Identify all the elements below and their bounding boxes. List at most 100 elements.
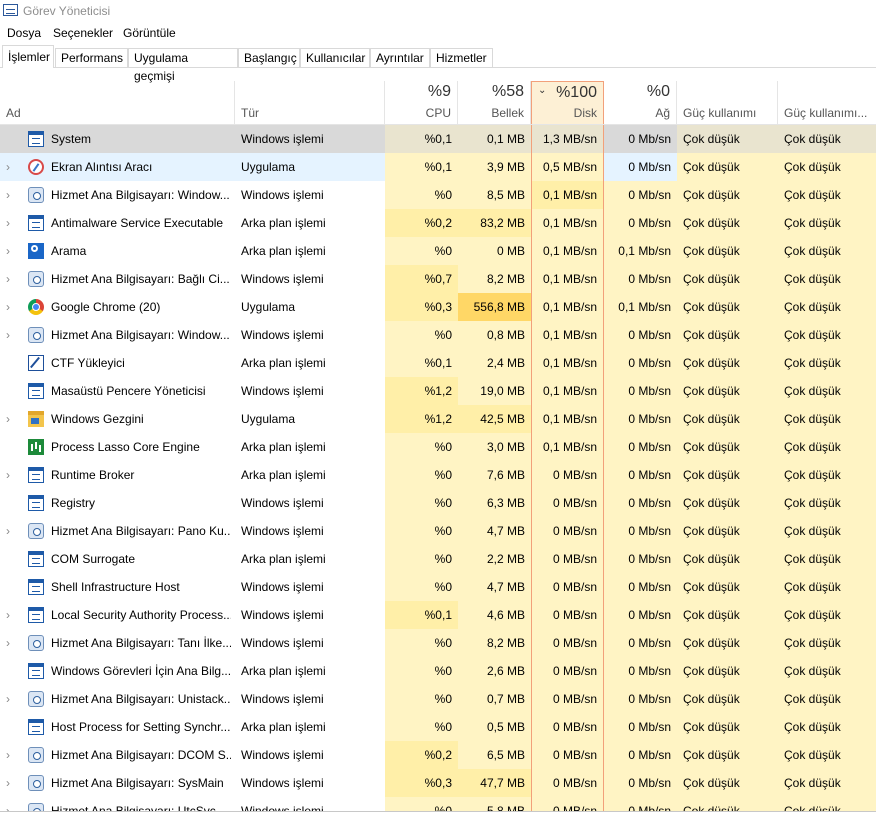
disk-cell: 0 MB/sn	[531, 573, 604, 601]
table-row[interactable]: › Windows Gezgini Uygulama %1,2 42,5 MB 0,1 M…	[0, 405, 876, 433]
power-cell: Çok düşük	[677, 545, 778, 573]
expand-chevron-icon[interactable]: ›	[6, 153, 10, 181]
tab-islemler[interactable]: İşlemler	[2, 45, 54, 68]
process-name-cell: › Hizmet Ana Bilgisayarı: Pano Ku...	[0, 517, 235, 545]
table-row[interactable]: › Antimalware Service Executable Arka plan…	[0, 209, 876, 237]
tab-ayrintilar[interactable]: Ayrıntılar	[370, 48, 430, 67]
process-name-cell: › Hizmet Ana Bilgisayarı: DCOM S...	[0, 741, 235, 769]
tab-uygulama-gecmisi[interactable]: Uygulama geçmişi	[128, 48, 238, 83]
folder-icon	[28, 411, 44, 427]
sort-chevron-down-icon: ⌄	[538, 85, 547, 96]
table-row[interactable]: › Google Chrome (20) Uygulama %0,3 556,8 MB 0…	[0, 293, 876, 321]
expand-chevron-icon[interactable]: ›	[6, 237, 10, 265]
table-row[interactable]: › Arama Arka plan işlemi %0 0 MB 0,1 MB/sn 0,1…	[0, 237, 876, 265]
power-cell: Çok düşük	[677, 377, 778, 405]
table-row[interactable]: › Ekran Alıntısı Aracı Uygulama %0,1 3,9 MB 0…	[0, 153, 876, 181]
memory-cell: 6,5 MB	[458, 741, 531, 769]
table-row[interactable]: System Windows işlemi %0,1 0,1 MB 1,3 MB/sn 0…	[0, 125, 876, 153]
column-header-name[interactable]: Ad	[0, 81, 235, 124]
memory-cell: 3,0 MB	[458, 433, 531, 461]
table-row[interactable]: Shell Infrastructure Host Windows işlemi%…	[0, 573, 876, 601]
cpu-cell: %0	[385, 629, 458, 657]
tab-performans[interactable]: Performans	[55, 48, 128, 67]
column-header-network[interactable]: %0 Ağ	[604, 81, 677, 124]
menu-dosya[interactable]: Dosya	[7, 26, 41, 40]
network-cell: 0 Mb/sn	[604, 657, 677, 685]
expand-chevron-icon[interactable]: ›	[6, 769, 10, 797]
expand-chevron-icon[interactable]: ›	[6, 265, 10, 293]
cpu-cell: %0	[385, 517, 458, 545]
disk-cell: 0,1 MB/sn	[531, 321, 604, 349]
process-name-cell: › Hizmet Ana Bilgisayarı: Bağlı Ci...	[0, 265, 235, 293]
tab-baslangic[interactable]: Başlangıç	[238, 48, 300, 67]
power-trend-cell: Çok düşük	[778, 741, 876, 769]
process-name-cell: › Google Chrome (20)	[0, 293, 235, 321]
column-header-cpu[interactable]: %9 CPU	[385, 81, 458, 124]
table-row[interactable]: Host Process for Setting Synchr... Arka p…	[0, 713, 876, 741]
table-row[interactable]: › Hizmet Ana Bilgisayarı: SysMain Windows …	[0, 769, 876, 797]
table-row[interactable]: CTF Yükleyici Arka plan işlemi %0,1 2,4 MB 0…	[0, 349, 876, 377]
expand-chevron-icon[interactable]: ›	[6, 741, 10, 769]
table-row[interactable]: › Hizmet Ana Bilgisayarı: DCOM S... Window…	[0, 741, 876, 769]
cpu-cell: %0	[385, 685, 458, 713]
expand-chevron-icon[interactable]: ›	[6, 209, 10, 237]
expand-chevron-icon[interactable]: ›	[6, 517, 10, 545]
cpu-cell: %0	[385, 797, 458, 811]
memory-cell: 2,4 MB	[458, 349, 531, 377]
expand-chevron-icon[interactable]: ›	[6, 405, 10, 433]
disk-cell: 0 MB/sn	[531, 741, 604, 769]
column-header-memory-label: Bellek	[491, 106, 524, 120]
expand-chevron-icon[interactable]: ›	[6, 321, 10, 349]
window-icon	[28, 579, 44, 595]
expand-chevron-icon[interactable]: ›	[6, 601, 10, 629]
column-header-memory[interactable]: %58 Bellek	[458, 81, 531, 124]
column-header-type[interactable]: Tür	[235, 81, 385, 124]
memory-cell: 0,8 MB	[458, 321, 531, 349]
table-row[interactable]: Windows Görevleri İçin Ana Bilg... Arka p…	[0, 657, 876, 685]
tab-hizmetler[interactable]: Hizmetler	[430, 48, 493, 67]
memory-cell: 0,1 MB	[458, 125, 531, 153]
table-row[interactable]: › Hizmet Ana Bilgisayarı: Unistack... Wind…	[0, 685, 876, 713]
table-row[interactable]: › Hizmet Ana Bilgisayarı: Pano Ku... Windo…	[0, 517, 876, 545]
table-row[interactable]: › Hizmet Ana Bilgisayarı: Tanı İlke... Win…	[0, 629, 876, 657]
table-row[interactable]: › Hizmet Ana Bilgisayarı: Window... Window…	[0, 321, 876, 349]
table-row[interactable]: Masaüstü Pencere Yöneticisi Windows işlem…	[0, 377, 876, 405]
process-name: Local Security Authority Process...	[51, 608, 231, 622]
menu-goruntule[interactable]: Görüntüle	[123, 26, 176, 40]
table-row[interactable]: › Hizmet Ana Bilgisayarı: Window... Window…	[0, 181, 876, 209]
column-header-disk[interactable]: ⌄ %100 Disk	[531, 81, 604, 124]
disk-cell: 0 MB/sn	[531, 629, 604, 657]
table-row[interactable]: Registry Windows işlemi %0 6,3 MB 0 MB/sn 0 M…	[0, 489, 876, 517]
cpu-cell: %0	[385, 489, 458, 517]
process-name-cell: Shell Infrastructure Host	[0, 573, 235, 601]
memory-total-percent: %58	[491, 83, 524, 100]
table-row[interactable]: Process Lasso Core Engine Arka plan işlem…	[0, 433, 876, 461]
column-header-power-trend[interactable]: Güç kullanımı...	[778, 81, 876, 124]
power-cell: Çok düşük	[677, 741, 778, 769]
expand-chevron-icon[interactable]: ›	[6, 293, 10, 321]
network-cell: 0 Mb/sn	[604, 321, 677, 349]
table-row[interactable]: › Hizmet Ana Bilgisayarı: Bağlı Ci... Wind…	[0, 265, 876, 293]
table-row[interactable]: › Runtime Broker Arka plan işlemi %0 7,6 MB 0…	[0, 461, 876, 489]
table-row[interactable]: › Local Security Authority Process... Wind…	[0, 601, 876, 629]
expand-chevron-icon[interactable]: ›	[6, 629, 10, 657]
window-icon	[28, 467, 44, 483]
column-header-network-label: Ağ	[655, 106, 670, 120]
search-icon	[28, 243, 44, 259]
table-row[interactable]: COM Surrogate Arka plan işlemi %0 2,2 MB 0 M…	[0, 545, 876, 573]
cpu-cell: %0	[385, 461, 458, 489]
process-type-cell: Arka plan işlemi	[241, 552, 326, 566]
power-cell: Çok düşük	[677, 489, 778, 517]
table-row[interactable]: › Hizmet Ana Bilgisayarı: UtcSvc Windows i…	[0, 797, 876, 811]
expand-chevron-icon[interactable]: ›	[6, 685, 10, 713]
expand-chevron-icon[interactable]: ›	[6, 797, 10, 811]
tab-kullanicilar[interactable]: Kullanıcılar	[300, 48, 370, 67]
expand-chevron-icon[interactable]: ›	[6, 461, 10, 489]
process-type-cell: Arka plan işlemi	[241, 720, 326, 734]
network-cell: 0 Mb/sn	[604, 181, 677, 209]
column-header-power[interactable]: Güç kullanımı	[677, 81, 778, 124]
menu-secenekler[interactable]: Seçenekler	[53, 26, 113, 40]
network-total-percent: %0	[646, 83, 670, 100]
expand-chevron-icon[interactable]: ›	[6, 181, 10, 209]
power-trend-cell: Çok düşük	[778, 265, 876, 293]
